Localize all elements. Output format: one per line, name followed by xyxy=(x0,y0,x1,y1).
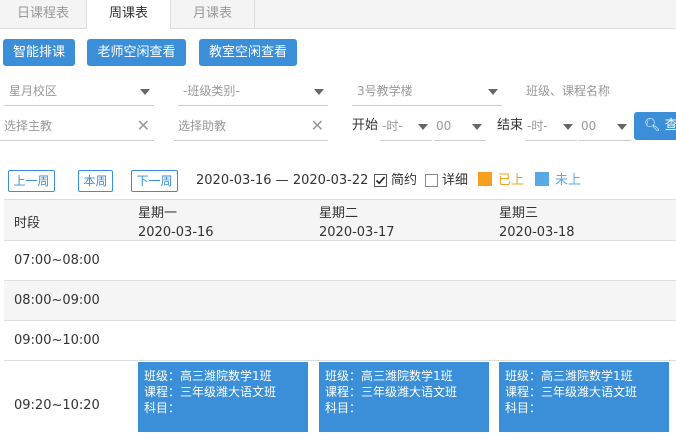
day-name: 星期一 xyxy=(138,206,178,221)
done-legend-swatch xyxy=(478,172,492,186)
start-minute-value: 00 xyxy=(436,119,452,133)
end-hour-select[interactable]: -时- xyxy=(525,113,577,141)
lesson-card[interactable]: 班级：高三潍院数学1班 课程：三年级潍大语文班 科目： xyxy=(319,362,489,432)
end-minute-value: 00 xyxy=(581,119,597,133)
teacher-availability-button[interactable]: 老师空闲查看 xyxy=(87,39,186,66)
day-name: 星期二 xyxy=(319,206,359,221)
search-input[interactable]: 班级、课程名称 xyxy=(522,78,676,106)
check-icon xyxy=(375,176,386,185)
week-range: 2020-03-16 — 2020-03-22 xyxy=(196,173,369,188)
class-type-value: -班级类别- xyxy=(183,84,240,98)
lesson-course: 课程：三年级潍大语文班 xyxy=(505,385,638,399)
campus-value: 星月校区 xyxy=(9,84,58,98)
chevron-down-icon xyxy=(488,89,498,95)
lesson-card[interactable]: 班级：高三潍院数学1班 课程：三年级潍大语文班 科目： xyxy=(138,362,308,432)
lesson-subject: 科目： xyxy=(505,401,542,415)
search-placeholder: 班级、课程名称 xyxy=(526,84,611,98)
simple-label: 简约 xyxy=(391,173,418,188)
day-name: 星期三 xyxy=(499,206,539,221)
chevron-down-icon xyxy=(563,124,573,130)
detail-checkbox[interactable] xyxy=(425,174,438,187)
prev-week-button[interactable]: 上一周 xyxy=(8,170,55,192)
time-slot: 08:00~09:00 xyxy=(14,293,100,308)
day-date: 2020-03-16 xyxy=(138,225,214,240)
building-select[interactable]: 3号教学楼 xyxy=(352,78,502,106)
teacher-placeholder: 选择主教 xyxy=(4,119,53,133)
class-type-select[interactable]: -班级类别- xyxy=(178,78,328,106)
lesson-class: 班级：高三潍院数学1班 xyxy=(505,369,633,383)
schedule-header-row: 时段 星期一 2020-03-16 星期二 2020-03-17 星期三 202… xyxy=(4,199,676,241)
tab-month[interactable]: 月课表 xyxy=(171,0,255,28)
chevron-down-icon xyxy=(617,124,627,130)
pending-legend-label: 未上 xyxy=(555,173,582,188)
table-row: 09:00~10:00 xyxy=(4,321,676,361)
end-minute-select[interactable]: 00 xyxy=(579,113,631,141)
tab-week[interactable]: 周课表 xyxy=(87,0,171,29)
table-row: 08:00~09:00 xyxy=(4,281,676,321)
time-slot: 09:20~10:20 xyxy=(14,398,100,413)
day-header-monday: 星期一 2020-03-16 xyxy=(138,204,214,242)
assistant-select[interactable]: 选择助教 ✕ xyxy=(174,113,328,141)
start-hour-value: -时- xyxy=(382,119,403,133)
start-label: 开始 xyxy=(352,118,379,133)
building-value: 3号教学楼 xyxy=(357,84,413,98)
chevron-down-icon xyxy=(472,124,482,130)
time-column-header: 时段 xyxy=(14,216,41,231)
time-slot: 09:00~10:00 xyxy=(14,333,100,348)
pending-legend-swatch xyxy=(535,172,549,186)
assistant-placeholder: 选择助教 xyxy=(178,119,227,133)
this-week-button[interactable]: 本周 xyxy=(78,170,113,192)
search-icon: 🔍︎ xyxy=(644,118,661,133)
lesson-subject: 科目： xyxy=(144,401,181,415)
search-button-label: 查 xyxy=(664,118,676,133)
week-schedule-grid: 时段 星期一 2020-03-16 星期二 2020-03-17 星期三 202… xyxy=(4,199,676,439)
day-date: 2020-03-18 xyxy=(499,225,575,240)
lesson-class: 班级：高三潍院数学1班 xyxy=(325,369,453,383)
teacher-select[interactable]: 选择主教 ✕ xyxy=(0,113,154,141)
table-row: 07:00~08:00 xyxy=(4,241,676,281)
day-header-wednesday: 星期三 2020-03-18 xyxy=(499,204,575,242)
end-label: 结束 xyxy=(497,118,524,133)
table-row: 09:20~10:20 班级：高三潍院数学1班 课程：三年级潍大语文班 科目： … xyxy=(4,361,676,439)
detail-label: 详细 xyxy=(442,173,469,188)
done-legend-label: 已上 xyxy=(498,173,525,188)
lesson-card[interactable]: 班级：高三潍院数学1班 课程：三年级潍大语文班 科目： xyxy=(499,362,669,432)
lesson-course: 课程：三年级潍大语文班 xyxy=(144,385,277,399)
start-minute-select[interactable]: 00 xyxy=(434,113,486,141)
classroom-availability-button[interactable]: 教室空闲查看 xyxy=(199,39,297,66)
smart-schedule-button[interactable]: 智能排课 xyxy=(3,39,75,66)
clear-icon[interactable]: ✕ xyxy=(137,113,150,139)
chevron-down-icon xyxy=(418,124,428,130)
lesson-course: 课程：三年级潍大语文班 xyxy=(325,385,458,399)
campus-select[interactable]: 星月校区 xyxy=(4,78,154,106)
next-week-button[interactable]: 下一周 xyxy=(131,170,178,192)
time-slot: 07:00~08:00 xyxy=(14,253,100,268)
day-header-tuesday: 星期二 2020-03-17 xyxy=(319,204,395,242)
lesson-class: 班级：高三潍院数学1班 xyxy=(144,369,272,383)
view-tabs: 日课程表 周课表 月课表 xyxy=(0,0,676,29)
lesson-subject: 科目： xyxy=(325,401,362,415)
day-date: 2020-03-17 xyxy=(319,225,395,240)
tab-day[interactable]: 日课程表 xyxy=(0,0,87,28)
search-button[interactable]: 🔍︎ 查 xyxy=(634,112,676,140)
chevron-down-icon xyxy=(140,89,150,95)
start-hour-select[interactable]: -时- xyxy=(380,113,432,141)
chevron-down-icon xyxy=(314,89,324,95)
end-hour-value: -时- xyxy=(527,119,548,133)
simple-checkbox[interactable] xyxy=(374,174,387,187)
clear-icon[interactable]: ✕ xyxy=(311,113,324,139)
